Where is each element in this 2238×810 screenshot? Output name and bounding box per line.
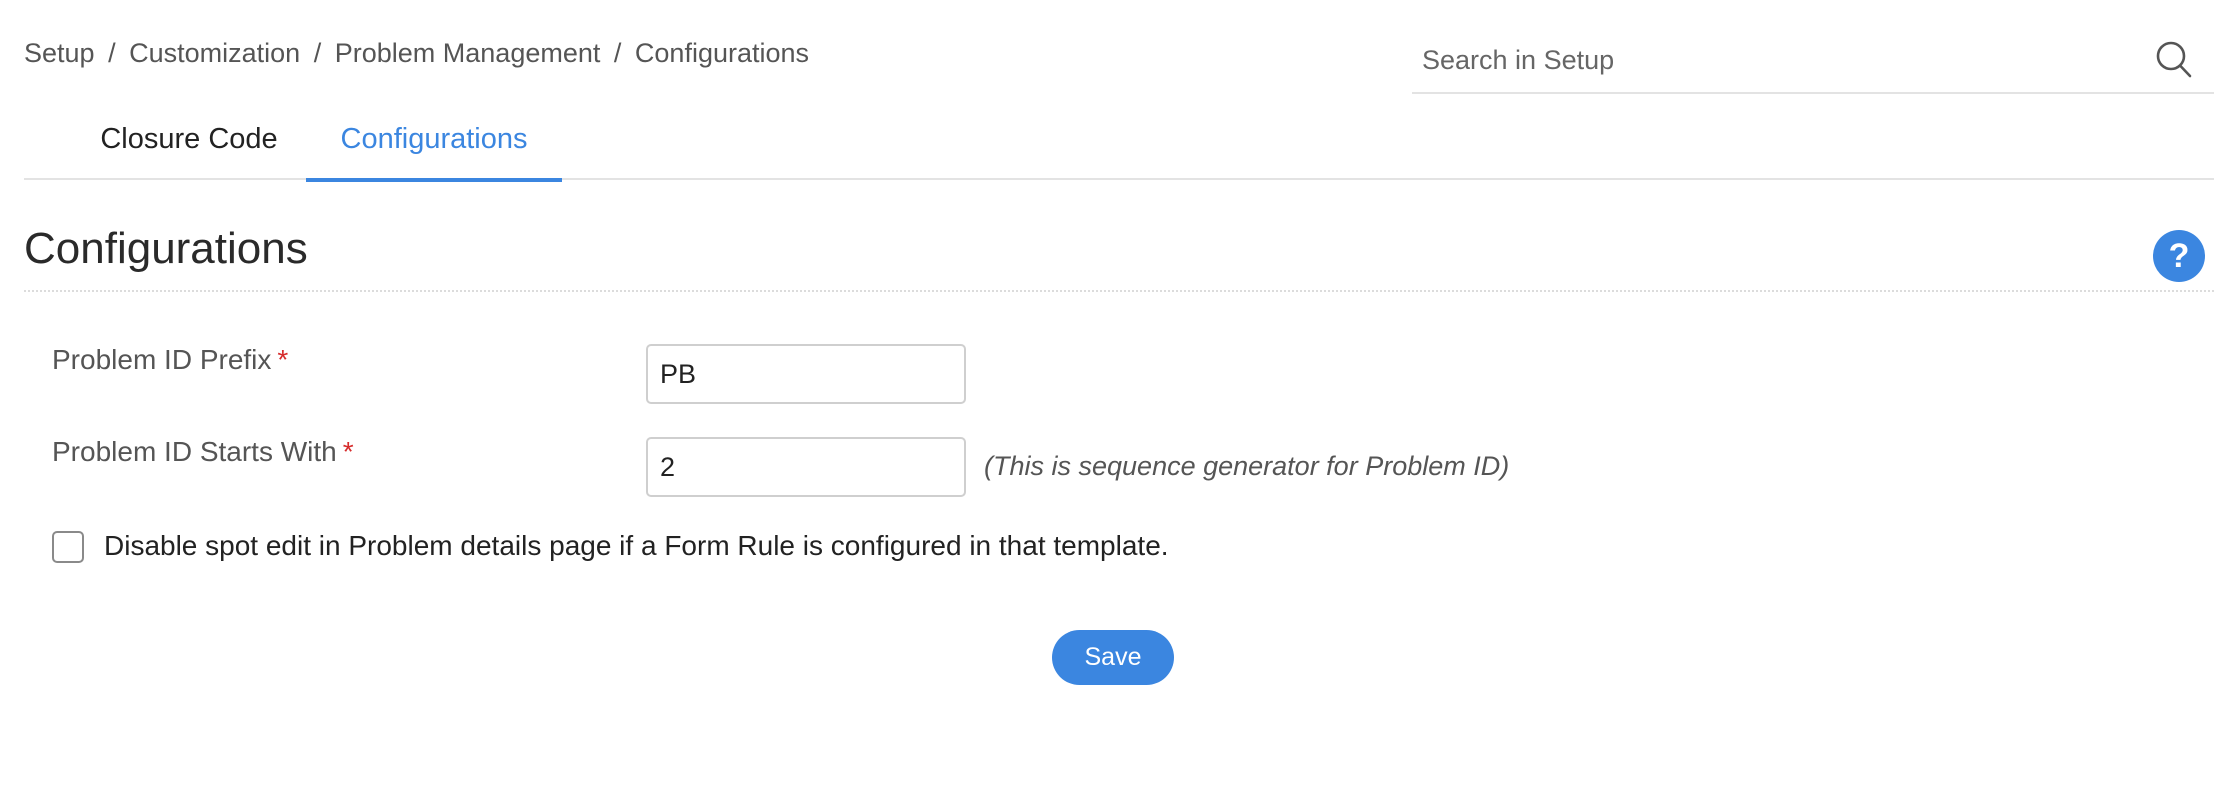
breadcrumb-item-problem-management[interactable]: Problem Management: [335, 38, 601, 68]
breadcrumb-separator: /: [613, 38, 622, 68]
disable-spot-edit-checkbox[interactable]: [52, 531, 84, 563]
tab-configurations[interactable]: Configurations: [306, 110, 562, 182]
problem-id-prefix-label: Problem ID Prefix *: [52, 344, 288, 376]
breadcrumb-item-configurations: Configurations: [634, 38, 810, 68]
problem-id-prefix-label-text: Problem ID Prefix: [52, 344, 272, 375]
save-button[interactable]: Save: [1052, 630, 1174, 685]
required-mark: *: [277, 344, 289, 375]
page-title: Configurations: [24, 224, 308, 273]
problem-id-starts-with-label: Problem ID Starts With *: [52, 436, 354, 468]
setup-search: [1412, 28, 2214, 94]
breadcrumb-item-customization[interactable]: Customization: [129, 38, 300, 68]
problem-id-starts-with-input[interactable]: [646, 437, 966, 497]
breadcrumb-separator: /: [313, 38, 322, 68]
breadcrumb: Setup / Customization / Problem Manageme…: [24, 38, 809, 69]
problem-id-prefix-input[interactable]: [646, 344, 966, 404]
tab-closure-code[interactable]: Closure Code: [74, 110, 304, 180]
section-divider: [24, 290, 2214, 292]
disable-spot-edit-label[interactable]: Disable spot edit in Problem details pag…: [104, 530, 1169, 562]
problem-id-starts-with-label-text: Problem ID Starts With: [52, 436, 337, 467]
breadcrumb-separator: /: [108, 38, 116, 68]
search-icon[interactable]: [2154, 38, 2194, 82]
required-mark: *: [342, 436, 354, 467]
help-icon[interactable]: ?: [2153, 230, 2205, 282]
sequence-generator-hint: (This is sequence generator for Problem …: [984, 451, 1510, 481]
tab-bar: Closure Code Configurations: [24, 110, 2214, 182]
search-input[interactable]: [1422, 40, 2122, 80]
configurations-page: Setup / Customization / Problem Manageme…: [0, 0, 2238, 810]
breadcrumb-item-setup[interactable]: Setup: [24, 38, 95, 68]
